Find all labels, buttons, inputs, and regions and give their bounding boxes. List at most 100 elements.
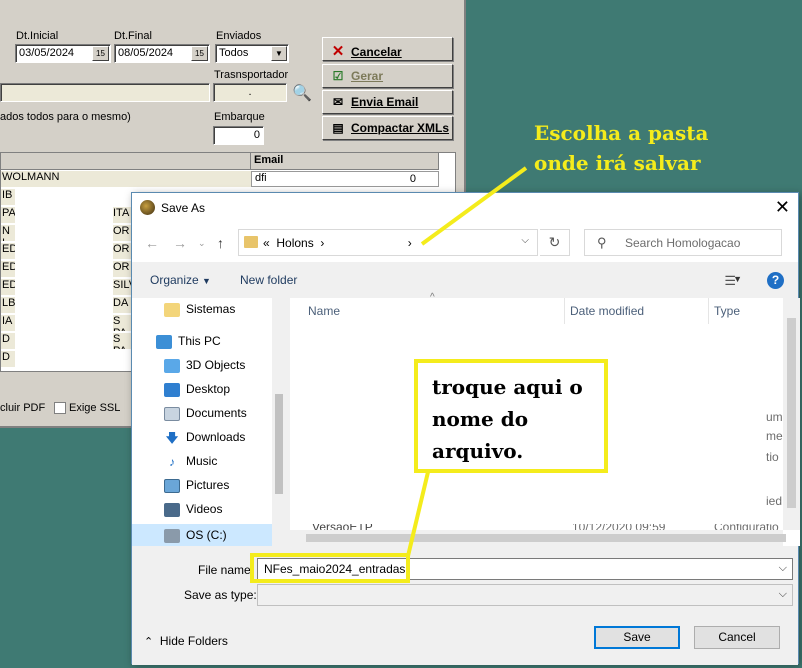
nav-item-sistemas[interactable]: Sistemas	[164, 302, 235, 324]
chevron-up-icon: ⌃	[144, 636, 154, 648]
table-row[interactable]: D	[1, 351, 131, 367]
table-row[interactable]: ED OR	[1, 261, 131, 277]
scrollbar-thumb[interactable]	[306, 534, 786, 542]
type-fragment: me	[766, 429, 783, 443]
grid-email-value: dfi	[255, 172, 267, 184]
save-form: File name: NFes_maio2024_entradas ⌵ Save…	[132, 546, 798, 665]
grid-cell: N I	[1, 225, 15, 241]
compactar-xmls-button[interactable]: ▤ Compactar XMLs	[322, 116, 453, 140]
video-icon	[164, 502, 180, 517]
nav-item-videos[interactable]: Videos	[164, 502, 222, 524]
back-arrow-icon[interactable]: ←	[145, 235, 159, 251]
file-list-vscrollbar[interactable]	[783, 298, 800, 530]
grid-first-row[interactable]: WOLMANN	[1, 171, 251, 187]
dt-inicial-field[interactable]: 03/05/2024 15	[15, 44, 111, 63]
calendar-icon[interactable]: 15	[191, 46, 208, 61]
annotation-rename-file: troque aqui o nome do arquivo.	[414, 359, 608, 473]
up-arrow-icon[interactable]: ↑	[217, 235, 224, 251]
exige-ssl-checkbox[interactable]: Exige SSL	[54, 402, 120, 415]
search-placeholder: Search Homologacao	[625, 236, 741, 250]
sort-up-icon: ^	[430, 292, 435, 303]
transportador-value: .	[248, 86, 252, 98]
table-row[interactable]: IB	[1, 189, 131, 205]
scrollbar-thumb[interactable]	[275, 394, 283, 494]
nav-label: Videos	[186, 502, 223, 516]
transportador-label: Trasnsportador	[214, 69, 289, 81]
table-row[interactable]: ED OR	[1, 243, 131, 259]
nav-item-3d-objects[interactable]: 3D Objects	[164, 358, 245, 380]
table-row[interactable]: ED SILV	[1, 279, 131, 295]
table-row[interactable]: D S PA	[1, 333, 131, 349]
compactar-label: Compactar XMLs	[351, 121, 450, 135]
chevron-down-icon[interactable]: ⌄	[198, 238, 206, 249]
calendar-icon[interactable]: 15	[92, 46, 109, 61]
grid-cell: OR	[113, 261, 131, 277]
gerar-button[interactable]: ☑ Gerar	[322, 64, 453, 88]
breadcrumb-separator[interactable]: ›	[320, 236, 324, 250]
close-icon[interactable]: ✕	[775, 198, 790, 216]
enviados-select[interactable]: Todos ▼	[215, 44, 289, 63]
cancelar-button[interactable]: ✕ Cancelar	[322, 37, 453, 61]
forward-arrow-icon[interactable]: →	[173, 235, 187, 251]
table-row[interactable]: IA S PA	[1, 315, 131, 331]
nav-item-pictures[interactable]: Pictures	[164, 478, 229, 500]
embarque-field[interactable]: 0	[213, 126, 264, 145]
nav-item-desktop[interactable]: Desktop	[164, 382, 230, 404]
file-list-hscrollbar[interactable]	[290, 530, 786, 546]
save-button[interactable]: Save	[594, 626, 680, 649]
chevron-down-icon[interactable]: ⌵	[521, 235, 529, 246]
grid-cell: ITA	[113, 207, 131, 223]
dt-final-field[interactable]: 08/05/2024 15	[114, 44, 210, 63]
grid-cell: D	[1, 351, 15, 367]
column-type[interactable]: Type	[714, 304, 740, 318]
table-row[interactable]: LB DA	[1, 297, 131, 313]
envia-email-button[interactable]: ✉ Envia Email	[322, 90, 453, 114]
dialog-title-bar[interactable]: Save As ✕	[132, 193, 798, 224]
grid-header-email[interactable]: Email	[251, 153, 439, 170]
grid-email-cell[interactable]: dfi 0	[251, 171, 439, 187]
chevron-down-icon[interactable]: ⌵	[779, 562, 787, 575]
breadcrumb-overflow[interactable]: «	[263, 236, 270, 250]
transportador-field[interactable]: .	[213, 83, 287, 102]
caret-down-icon[interactable]: ▼	[733, 274, 742, 284]
table-row[interactable]: N I OR	[1, 225, 131, 241]
dt-inicial-value: 03/05/2024	[19, 47, 75, 59]
grid-cell: IA	[1, 315, 15, 331]
column-name[interactable]: Name	[308, 304, 340, 318]
navigation-pane[interactable]: Sistemas This PC 3D Objects Desktop Docu…	[132, 298, 286, 546]
breadcrumb-separator[interactable]: ›	[408, 236, 412, 250]
cancel-button[interactable]: Cancel	[694, 626, 780, 649]
breadcrumb-holons[interactable]: Holons	[276, 236, 313, 250]
address-bar[interactable]: « Holons › › ⌵	[238, 229, 538, 256]
remetente-field[interactable]	[0, 83, 210, 102]
grid-cell: IB	[1, 189, 15, 205]
column-separator[interactable]	[708, 298, 709, 324]
table-row[interactable]: PA ITA	[1, 207, 131, 223]
grid-header-blank	[1, 153, 251, 170]
chevron-down-icon[interactable]: ⌵	[779, 588, 787, 601]
nav-label: Documents	[186, 406, 247, 420]
embarque-label: Embarque	[214, 111, 265, 123]
organize-button[interactable]: Organize ▼	[150, 273, 211, 287]
hide-folders-toggle[interactable]: ⌃ Hide Folders	[144, 634, 228, 648]
refresh-icon[interactable]: ↻	[540, 229, 570, 256]
new-folder-button[interactable]: New folder	[240, 273, 297, 287]
nav-label: Downloads	[186, 430, 246, 444]
nav-item-os-c[interactable]: OS (C:)	[132, 524, 272, 546]
chevron-down-icon[interactable]: ▼	[271, 46, 287, 61]
help-icon[interactable]: ?	[767, 272, 784, 289]
search-icon[interactable]: 🔍	[292, 83, 312, 103]
scrollbar-thumb[interactable]	[787, 318, 796, 508]
nav-item-this-pc[interactable]: This PC	[156, 334, 221, 356]
column-separator[interactable]	[564, 298, 565, 324]
column-date-modified[interactable]: Date modified	[570, 304, 644, 318]
search-input[interactable]: ⚲ Search Homologacao	[584, 229, 782, 256]
folder-icon	[244, 236, 258, 248]
nav-item-documents[interactable]: Documents	[164, 406, 247, 428]
checkbox-icon[interactable]	[54, 402, 66, 415]
nav-item-music[interactable]: ♪ Music	[164, 454, 217, 476]
save-as-type-select[interactable]: ⌵	[257, 584, 793, 606]
nav-scrollbar[interactable]	[272, 298, 286, 546]
nav-item-downloads[interactable]: 🡇 Downloads	[164, 430, 246, 452]
nav-label: Desktop	[186, 382, 231, 396]
